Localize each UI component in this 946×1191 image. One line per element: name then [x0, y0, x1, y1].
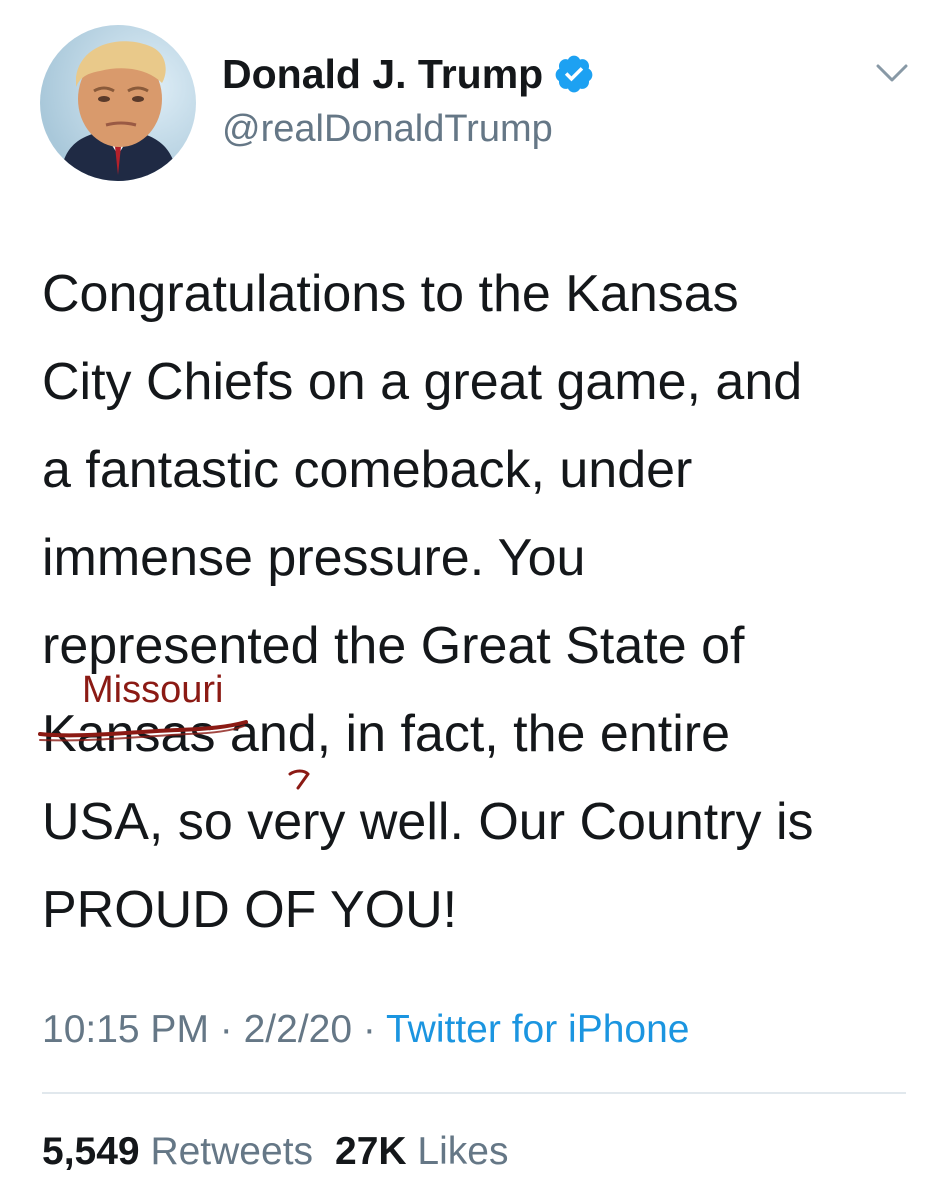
tweet-source-link[interactable]: Twitter for iPhone [386, 1008, 689, 1051]
tweet-text: Congratulations to the Kansas City Chief… [38, 250, 922, 954]
retweets-count: 5,549 [42, 1130, 140, 1173]
tweet-line: City Chiefs on a great game, and [42, 353, 803, 411]
tweet-line: Congratulations to the Kansas [42, 265, 739, 323]
tweet-line: immense pressure. You [42, 529, 586, 587]
tweet-meta: 10:15 PM · 2/2/20 · Twitter for iPhone [42, 1006, 689, 1054]
likes-stat[interactable]: 27K Likes [335, 1130, 508, 1173]
divider [42, 1092, 906, 1094]
tweet-line: a fantastic comeback, under [42, 441, 693, 499]
tweet-line-before: USA, so [42, 793, 248, 851]
tweet-line-after: very well. Our Country is [247, 793, 814, 851]
tweet-stats: 5,549 Retweets 27K Likes [42, 1128, 508, 1176]
handwritten-correction: Missouri [82, 669, 224, 711]
tweet-time[interactable]: 10:15 PM [42, 1008, 209, 1051]
author-handle[interactable]: @realDonaldTrump [222, 106, 553, 152]
likes-label: Likes [417, 1130, 509, 1173]
tweet-line: USA, so very well. Our Country is [42, 769, 922, 866]
verified-badge-icon [553, 53, 595, 95]
display-name-text: Donald J. Trump [222, 51, 544, 97]
meta-separator: · [208, 1008, 244, 1051]
tweet-line-rest: and, in fact, the entire [215, 705, 730, 763]
chevron-down-icon[interactable] [872, 58, 912, 88]
avatar[interactable] [40, 25, 196, 181]
tweet-line-corrected: Kansas and, in fact, the entire Missouri [38, 670, 922, 778]
meta-separator: · [352, 1008, 387, 1051]
author-display-name[interactable]: Donald J. Trump [222, 50, 595, 98]
tweet-line: PROUD OF YOU! [42, 881, 458, 939]
retweets-label: Retweets [150, 1130, 314, 1173]
tweet-date[interactable]: 2/2/20 [244, 1008, 352, 1051]
retweets-stat[interactable]: 5,549 Retweets [42, 1130, 313, 1173]
likes-count: 27K [335, 1130, 407, 1173]
struck-word-text: Kansas [42, 705, 216, 763]
